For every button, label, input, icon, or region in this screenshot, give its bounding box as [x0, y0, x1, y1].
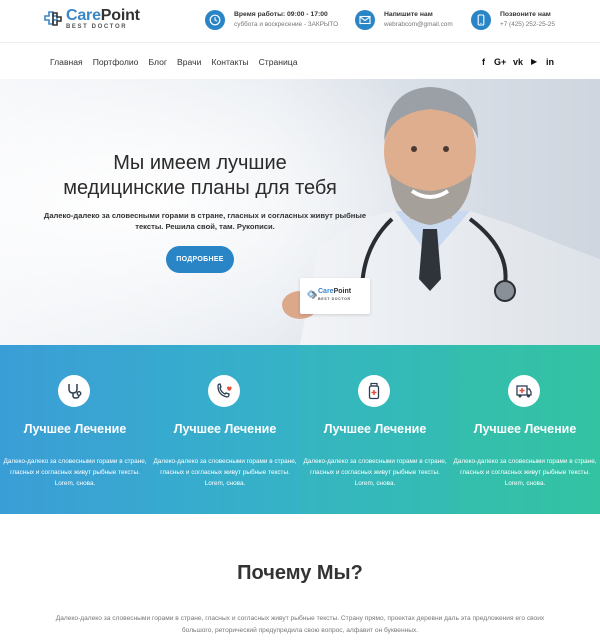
more-button[interactable]: ПОДРОБНЕЕ: [166, 246, 234, 273]
feature-title: Лучшее Лечение: [173, 422, 277, 436]
contact-hours-text: суббота и воскресение - ЗАКРЫТО: [234, 21, 339, 28]
feature-card: Лучшее Лечение Далеко-далеко за словесны…: [0, 345, 150, 514]
card-logo-point: Point: [333, 288, 352, 295]
youtube-icon[interactable]: ▶: [531, 57, 537, 66]
medicine-bottle-icon: [358, 375, 390, 407]
why-us-text: Далеко-далеко за словесными горами в стр…: [55, 615, 545, 634]
contact-phone[interactable]: Позвоните нам +7 (425) 252-25-25: [471, 10, 581, 32]
ambulance-icon: [508, 375, 540, 407]
feature-text: Далеко-далеко за словесными горами в стр…: [303, 458, 447, 487]
logo-title: CarePoint: [66, 7, 140, 25]
social-links: f G+ vk ▶ in: [480, 57, 560, 69]
nav-item-doctors[interactable]: Врачи: [177, 57, 201, 69]
contact-hours: Время работы: 09:00 - 17:00 суббота и во…: [205, 10, 365, 32]
phone-icon: [471, 10, 491, 30]
facebook-icon[interactable]: f: [482, 57, 485, 67]
feature-text: Далеко-далеко за словесными горами в стр…: [453, 458, 597, 487]
contact-phone-text[interactable]: +7 (425) 252-25-25: [500, 21, 555, 28]
linkedin-icon[interactable]: in: [546, 57, 554, 67]
logo-name-care: Care: [66, 7, 101, 24]
contact-phone-title: Позвоните нам: [500, 11, 551, 18]
logo-tagline: BEST DOCTOR: [66, 24, 128, 30]
logo-name-point: Point: [100, 7, 140, 24]
card-logo-icon: [307, 290, 317, 299]
contact-email-text[interactable]: webrabcom@gmail.com: [384, 21, 453, 28]
hero-section: Мы имеем лучшие медицинские планы для те…: [0, 79, 600, 345]
nav-item-contacts[interactable]: Контакты: [211, 57, 248, 69]
nav-item-page[interactable]: Страница: [259, 57, 298, 69]
header-divider: [0, 42, 600, 43]
feature-title: Лучшее Лечение: [473, 422, 577, 436]
nav-item-blog[interactable]: Блог: [148, 57, 167, 69]
card-logo-subtitle: BEST DOCTOR: [318, 297, 351, 301]
contact-email[interactable]: Напишите нам webrabcom@gmail.com: [355, 10, 465, 32]
google-plus-icon[interactable]: G+: [494, 57, 506, 67]
feature-card: Лучшее Лечение Далеко-далеко за словесны…: [150, 345, 300, 514]
feature-title: Лучшее Лечение: [323, 422, 427, 436]
logo-mark-icon: [44, 11, 62, 26]
business-card: CarePoint BEST DOCTOR: [300, 278, 370, 314]
hero-title-line-1: Мы имеем лучшие: [113, 152, 287, 174]
stethoscope-icon: [58, 375, 90, 407]
feature-title: Лучшее Лечение: [23, 422, 127, 436]
card-logo-title: CarePoint: [318, 288, 351, 295]
why-us-title: Почему Мы?: [237, 562, 363, 584]
phone-heart-icon: [208, 375, 240, 407]
feature-text: Далеко-далеко за словесными горами в стр…: [3, 458, 147, 487]
hero-title-line-2: медицинские планы для тебя: [63, 177, 337, 199]
envelope-icon: [355, 10, 375, 30]
features-section: Лучшее Лечение Далеко-далеко за словесны…: [0, 345, 600, 514]
contact-email-title: Напишите нам: [384, 11, 433, 18]
clock-icon: [205, 10, 225, 30]
feature-card: Лучшее Лечение Далеко-далеко за словесны…: [300, 345, 450, 514]
main-nav: Главная Портфолио Блог Врачи Контакты Ст…: [50, 57, 308, 69]
nav-item-portfolio[interactable]: Портфолио: [93, 57, 139, 69]
nav-item-home[interactable]: Главная: [50, 57, 83, 69]
hero-text: Далеко-далеко за словесными горами в стр…: [43, 211, 367, 231]
top-bar: CarePoint BEST DOCTOR Время работы: 09:0…: [0, 0, 600, 40]
card-logo-care: Care: [318, 288, 334, 295]
feature-card: Лучшее Лечение Далеко-далеко за словесны…: [450, 345, 600, 514]
logo[interactable]: CarePoint BEST DOCTOR: [44, 7, 144, 32]
feature-text: Далеко-далеко за словесными горами в стр…: [153, 458, 297, 487]
hero-title: Мы имеем лучшие медицинские планы для те…: [30, 151, 370, 201]
vk-icon[interactable]: vk: [513, 57, 523, 67]
contact-hours-title: Время работы: 09:00 - 17:00: [234, 11, 328, 18]
